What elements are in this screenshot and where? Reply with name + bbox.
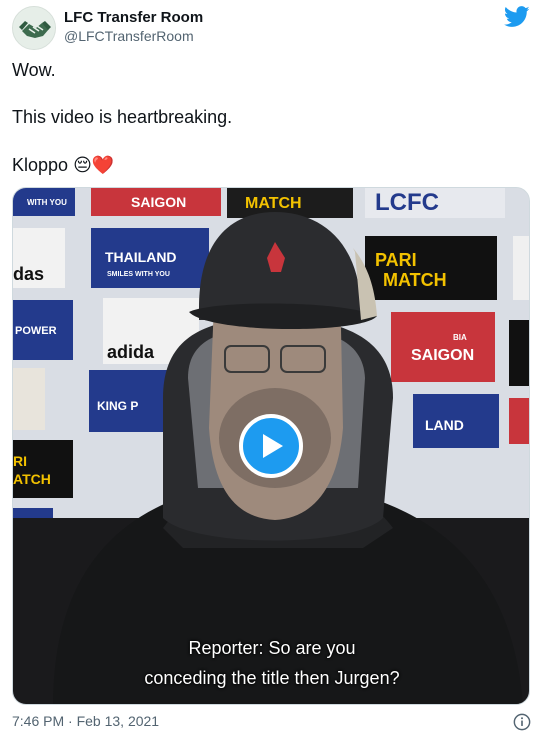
subtitle-line-2: conceding the title then Jurgen? <box>144 668 400 688</box>
tweet-line-3: Kloppo 😔❤️ <box>12 153 114 178</box>
backdrop-text-king-power: KING P <box>97 399 138 413</box>
backdrop-text-land: LAND <box>425 417 464 433</box>
backdrop-text-saigon: SAIGON <box>131 194 186 210</box>
backdrop-text-adidas: adida <box>107 342 155 362</box>
backdrop-text-lcfc: LCFC <box>375 189 439 216</box>
avatar[interactable] <box>12 6 56 50</box>
backdrop-text-ri: RI <box>13 453 27 469</box>
info-icon[interactable] <box>513 713 531 731</box>
backdrop-text-with-you: WITH YOU <box>27 198 67 207</box>
backdrop-text-atch: ATCH <box>13 471 51 487</box>
pensive-face-icon: 😔 <box>73 155 92 176</box>
tweet-timestamp[interactable]: 7:46 PM · Feb 13, 2021 <box>12 712 159 730</box>
play-icon <box>263 434 283 458</box>
backdrop-text-match: MATCH <box>245 195 302 212</box>
backdrop-text-smiles: SMILES WITH YOU <box>107 271 170 278</box>
tweet-line-2: This video is heartbreaking. <box>12 107 233 127</box>
tweet-line-1: Wow. <box>12 60 56 80</box>
play-button[interactable] <box>239 414 303 478</box>
red-heart-icon: ❤️ <box>91 155 115 176</box>
backdrop-text-saigon-2: SAIGON <box>411 347 474 364</box>
video-player[interactable]: WITH YOU SAIGON MATCH LCFC THAILAND SMIL… <box>12 187 530 705</box>
backdrop-text-thailand: THAILAND <box>105 249 177 265</box>
backdrop-text-bia: BIA <box>453 333 467 342</box>
twitter-bird-icon[interactable] <box>504 6 530 28</box>
backdrop-text-pari: PARI <box>375 250 417 270</box>
tweet-line-3-text: Kloppo <box>12 155 69 175</box>
tweet-header: LFC Transfer Room @LFCTransferRoom <box>12 6 532 50</box>
handshake-logo-icon <box>14 8 55 49</box>
user-handle[interactable]: @LFCTransferRoom <box>64 27 203 45</box>
backdrop-text-power: POWER <box>15 325 57 337</box>
display-name[interactable]: LFC Transfer Room <box>64 8 203 27</box>
backdrop-text-das: das <box>13 264 44 284</box>
subtitle-line-1: Reporter: So are you <box>188 638 356 658</box>
backdrop-text-match-2: MATCH <box>383 270 447 290</box>
